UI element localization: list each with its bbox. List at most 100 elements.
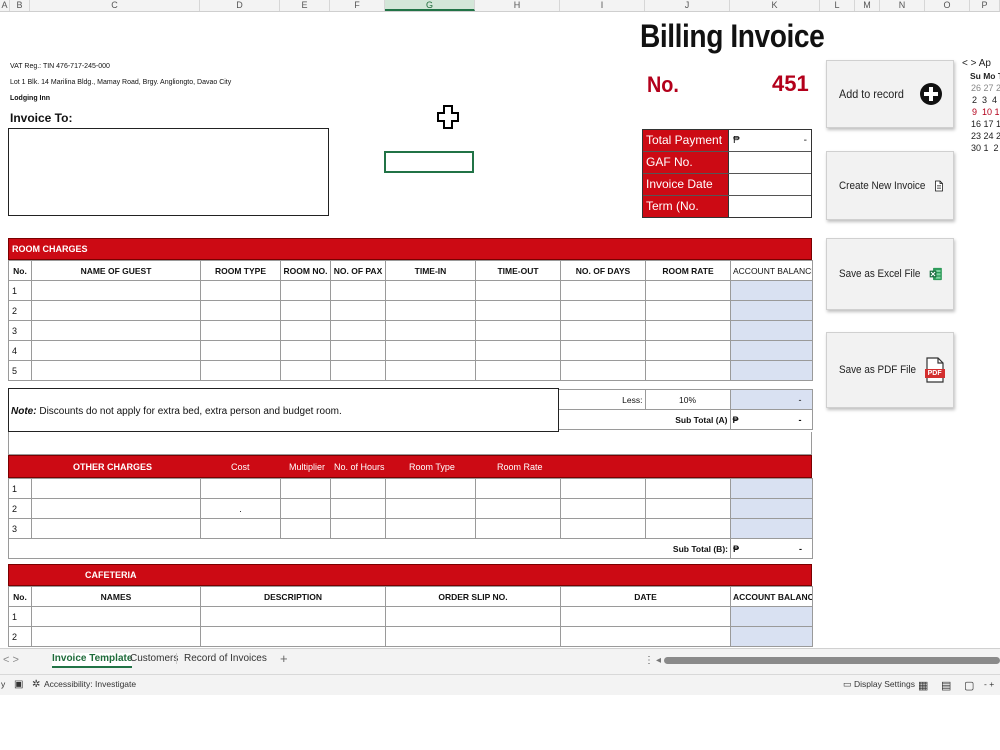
invoice-date-field[interactable] — [729, 174, 811, 195]
tab-invoice-template[interactable]: Invoice Template — [52, 653, 133, 668]
company-vat: VAT Reg.: TIN 476-717-245-000 — [10, 63, 110, 70]
column-header-p[interactable]: P — [970, 0, 1000, 11]
add-sheet-button[interactable]: + — [280, 651, 288, 666]
column-header-m[interactable]: M — [855, 0, 880, 11]
calendar-month: Ap — [978, 58, 991, 69]
invoice-number-value: 451 — [772, 71, 809, 96]
column-header-d[interactable]: D — [200, 0, 280, 11]
total-payment-field[interactable]: ₱ - — [729, 130, 811, 151]
table-row[interactable]: 2 — [8, 300, 813, 321]
col-time-out: TIME-OUT — [475, 260, 561, 281]
column-header-a[interactable]: A — [0, 0, 10, 11]
invoice-info-box: Total Payment ₱ - GAF No. Invoice Date Te… — [642, 129, 812, 234]
table-row[interactable]: 2 — [8, 626, 813, 647]
pdf-icon: PDF — [924, 357, 945, 383]
accessibility-status[interactable]: Accessibility: Investigate — [44, 679, 136, 689]
col-names: NAMES — [31, 586, 201, 607]
col-no: No. — [8, 586, 32, 607]
column-header-h[interactable]: H — [475, 0, 560, 11]
table-row[interactable]: 1 — [8, 478, 813, 499]
cursor-icon — [437, 105, 459, 129]
calendar-week[interactable]: 23 24 2 — [971, 130, 1000, 142]
zoom-controls[interactable]: - + — [984, 679, 994, 689]
horizontal-scrollbar[interactable] — [664, 657, 1000, 664]
less-amount: - — [729, 389, 813, 410]
calendar-week[interactable]: 26 27 2 — [971, 82, 1000, 94]
column-header-n[interactable]: N — [880, 0, 925, 11]
col-room-rate: ROOM RATE — [645, 260, 731, 281]
blank-row[interactable] — [8, 432, 812, 455]
status-left: y — [1, 679, 6, 689]
macro-record-icon[interactable]: ▣ — [14, 679, 23, 690]
column-header-l[interactable]: L — [820, 0, 855, 11]
scroll-dots-icon[interactable]: ⋮ — [644, 655, 654, 666]
document-icon — [935, 180, 943, 191]
table-row[interactable]: 3 — [8, 320, 813, 341]
tab-customers[interactable]: Customers — [130, 653, 178, 664]
table-row[interactable]: 1 — [8, 280, 813, 301]
scroll-left-icon[interactable]: ◂ — [656, 655, 661, 666]
subtotal-a-value: ₱ - — [729, 409, 813, 430]
column-header-b[interactable]: B — [10, 0, 30, 11]
less-label: Less: — [559, 389, 646, 410]
table-row[interactable]: 1 — [8, 606, 813, 627]
tab-record-of-invoices[interactable]: Record of Invoices — [176, 653, 267, 664]
save-as-excel-button[interactable]: Save as Excel File — [826, 238, 954, 310]
gaf-field[interactable] — [729, 152, 811, 173]
invoice-to-label: Invoice To: — [10, 111, 73, 125]
invoice-to-box[interactable] — [8, 128, 329, 216]
company-name: Lodging Inn — [10, 95, 51, 102]
sheet-nav-arrows[interactable]: < > — [3, 654, 19, 666]
save-as-pdf-button[interactable]: Save as PDF File PDF — [826, 332, 954, 408]
table-row[interactable]: 2. — [8, 498, 813, 519]
less-value[interactable]: 10% — [644, 389, 731, 410]
table-row[interactable]: 4 — [8, 340, 813, 361]
calendar-week[interactable]: 9 10 1 — [972, 106, 1000, 118]
normal-view-icon[interactable]: ▦ — [918, 679, 928, 692]
calendar-widget: < > Ap Su Mo T 26 27 2 2 3 4 9 10 1 16 1… — [962, 58, 1000, 154]
column-header-c[interactable]: C — [30, 0, 200, 11]
col-name-of-guest: NAME OF GUEST — [31, 260, 201, 281]
add-to-record-button[interactable]: Add to record — [826, 60, 954, 128]
discount-note: Note: Discounts do not apply for extra b… — [8, 388, 559, 432]
room-charges-table: No. NAME OF GUEST ROOM TYPE ROOM NO. NO.… — [8, 260, 813, 381]
invoice-date-label: Invoice Date — [643, 174, 729, 195]
page-layout-icon[interactable]: ▤ — [941, 679, 951, 692]
table-row[interactable]: 5 — [8, 360, 813, 381]
col-time-in: TIME-IN — [385, 260, 476, 281]
subtotal-a-label: Sub Total (A) — [559, 409, 731, 430]
subtotal-b-value: ₱ - — [730, 538, 813, 559]
column-header-e[interactable]: E — [280, 0, 330, 11]
column-header-j[interactable]: J — [645, 0, 730, 11]
column-header-g[interactable]: G — [385, 0, 475, 11]
calendar-week[interactable]: 16 17 1 — [971, 118, 1000, 130]
col-description: DESCRIPTION — [200, 586, 386, 607]
col-no: No. — [8, 260, 32, 281]
room-charges-header-row: No. NAME OF GUEST ROOM TYPE ROOM NO. NO.… — [8, 260, 813, 281]
col-order-slip-no: ORDER SLIP NO. — [385, 586, 561, 607]
col-account-balance: ACCOUNT BALANCE — [730, 586, 813, 607]
create-new-invoice-button[interactable]: Create New Invoice — [826, 151, 954, 220]
column-header-k[interactable]: K — [730, 0, 820, 11]
column-header-f[interactable]: F — [330, 0, 385, 11]
calendar-week[interactable]: 30 1 2 — [971, 142, 1000, 154]
column-header-o[interactable]: O — [925, 0, 970, 11]
selected-cell[interactable] — [384, 151, 474, 173]
column-header-bar: A B C D E F G H I J K L M N O P — [0, 0, 1000, 12]
page-break-icon[interactable]: ▢ — [964, 679, 974, 692]
display-settings-button[interactable]: Display Settings — [854, 679, 915, 689]
calendar-week[interactable]: 2 3 4 — [972, 94, 1000, 106]
cafeteria-header: CAFETERIA — [8, 564, 812, 586]
excel-icon — [930, 267, 943, 281]
company-address: Lot 1 Blk. 14 Marilina Bldg., Mamay Road… — [10, 79, 232, 86]
col-no-of-pax: NO. OF PAX — [330, 260, 386, 281]
display-settings-icon: ▭ — [843, 679, 852, 689]
term-field[interactable] — [729, 196, 811, 217]
col-date: DATE — [560, 586, 731, 607]
calendar-nav[interactable]: < > — [962, 58, 976, 69]
column-header-i[interactable]: I — [560, 0, 645, 11]
page-title: Billing Invoice — [640, 18, 825, 54]
other-charges-table: 1 2. 3 Sub Total (B): ₱ - — [8, 478, 813, 559]
sheet-tab-bar: < > Invoice Template Customers Record of… — [0, 648, 1000, 674]
table-row[interactable]: 3 — [8, 518, 813, 539]
